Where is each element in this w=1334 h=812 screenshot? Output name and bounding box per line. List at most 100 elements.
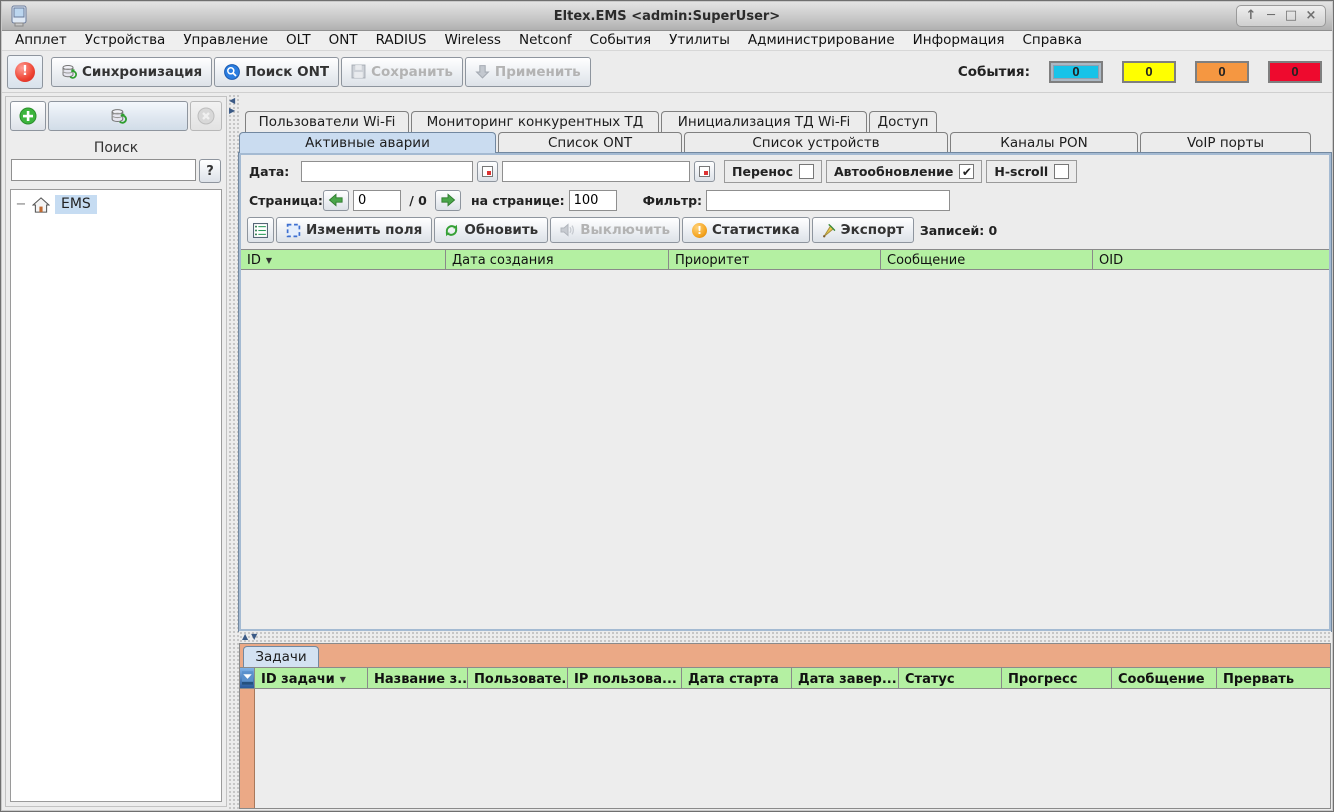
vertical-splitter[interactable]: ◀ ▶ xyxy=(228,94,239,809)
tab-tasks[interactable]: Задачи xyxy=(243,646,319,667)
task-column-user-ip[interactable]: IP пользова... xyxy=(568,668,682,688)
alarms-table-body[interactable] xyxy=(241,270,1329,629)
export-button[interactable]: Экспорт xyxy=(811,217,914,243)
splitter-collapse-left-icon[interactable]: ◀ xyxy=(229,97,235,105)
per-page-input[interactable] xyxy=(568,189,617,211)
save-button[interactable]: Сохранить xyxy=(341,56,463,87)
menu-devices[interactable]: Устройства xyxy=(76,31,175,50)
task-column-progress[interactable]: Прогресс xyxy=(1002,668,1112,688)
add-node-button[interactable] xyxy=(10,101,46,131)
column-header-id-label: ID xyxy=(247,253,261,268)
tab-active-alarms[interactable]: Активные аварии xyxy=(239,132,496,153)
autorefresh-checkbox[interactable]: ✔ xyxy=(959,163,975,179)
task-column-abort[interactable]: Прервать xyxy=(1217,668,1330,688)
search-ont-button[interactable]: Поиск ONT xyxy=(214,56,340,87)
menu-information[interactable]: Информация xyxy=(904,31,1014,50)
search-help-button[interactable]: ? xyxy=(199,159,221,183)
date-to-input[interactable] xyxy=(502,160,690,182)
apply-button[interactable]: Применить xyxy=(464,56,591,87)
menu-utilities[interactable]: Утилиты xyxy=(660,31,739,50)
column-settings-button[interactable] xyxy=(247,217,274,243)
disable-button[interactable]: Выключить xyxy=(550,217,680,243)
column-header-message[interactable]: Сообщение xyxy=(881,250,1093,269)
hscroll-checkbox[interactable] xyxy=(1054,163,1070,179)
tabrow-secondary: Пользователи Wi-Fi Мониторинг конкурентн… xyxy=(245,111,937,132)
page-number-input[interactable] xyxy=(353,189,401,211)
date-from-calendar-button[interactable] xyxy=(477,160,498,182)
menu-wireless[interactable]: Wireless xyxy=(435,31,510,50)
event-count-critical[interactable]: 0 xyxy=(1268,60,1322,83)
search-label: Поиск xyxy=(93,140,139,156)
close-icon[interactable]: × xyxy=(1301,6,1321,26)
date-to-calendar-button[interactable] xyxy=(694,160,715,182)
task-column-id[interactable]: ID задачи ▼ xyxy=(255,668,368,688)
arrow-right-icon xyxy=(441,193,456,207)
tab-competitor-ap-monitoring[interactable]: Мониторинг конкурентных ТД xyxy=(411,111,659,132)
tree-collapse-icon[interactable]: − xyxy=(15,197,27,212)
autorefresh-checkbox-group[interactable]: Автообновление ✔ xyxy=(826,159,983,183)
column-header-id[interactable]: ID ▼ xyxy=(241,250,446,269)
titlebar: Eltex.EMS <admin:SuperUser> ↑ ─ □ × xyxy=(2,2,1332,31)
tree-node-label[interactable]: EMS xyxy=(55,195,97,214)
menu-management[interactable]: Управление xyxy=(174,31,277,50)
menu-administration[interactable]: Администрирование xyxy=(739,31,904,50)
task-column-user[interactable]: Пользовате... xyxy=(468,668,568,688)
refresh-label: Обновить xyxy=(464,222,539,238)
maximize-icon[interactable]: □ xyxy=(1281,6,1301,26)
minimize-icon[interactable]: ─ xyxy=(1261,6,1281,26)
event-count-info[interactable]: 0 xyxy=(1049,60,1103,83)
menubar: Апплет Устройства Управление OLT ONT RAD… xyxy=(2,31,1332,51)
menu-ont[interactable]: ONT xyxy=(320,31,367,50)
tab-ont-list[interactable]: Список ONT xyxy=(498,132,682,153)
hscroll-checkbox-group[interactable]: H-scroll xyxy=(986,159,1078,183)
date-from-input[interactable] xyxy=(301,160,473,182)
menu-events[interactable]: События xyxy=(581,31,660,50)
menu-olt[interactable]: OLT xyxy=(277,31,320,50)
event-count-warning[interactable]: 0 xyxy=(1122,60,1176,83)
tasks-corner-cell[interactable] xyxy=(240,668,255,688)
shade-window-icon[interactable]: ↑ xyxy=(1241,6,1261,26)
menu-help[interactable]: Справка xyxy=(1013,31,1090,50)
tab-access[interactable]: Доступ xyxy=(869,111,937,132)
tasks-rows[interactable] xyxy=(255,689,1330,808)
task-column-status[interactable]: Статус xyxy=(899,668,1002,688)
horizontal-splitter[interactable]: ▲ ▼ xyxy=(239,631,1331,643)
list-icon xyxy=(253,222,268,238)
column-header-priority[interactable]: Приоритет xyxy=(669,250,881,269)
tab-voip-ports[interactable]: VoIP порты xyxy=(1140,132,1311,153)
tab-wifi-users[interactable]: Пользователи Wi-Fi xyxy=(245,111,409,132)
event-count-major[interactable]: 0 xyxy=(1195,60,1249,83)
wrap-checkbox-group[interactable]: Перенос xyxy=(724,159,822,183)
tab-pon-channels[interactable]: Каналы PON xyxy=(950,132,1138,153)
refresh-button[interactable]: Обновить xyxy=(434,217,549,243)
splitter-collapse-down-icon[interactable]: ▼ xyxy=(251,632,257,642)
task-column-name[interactable]: Название з... xyxy=(368,668,468,688)
wrap-checkbox[interactable] xyxy=(799,163,814,179)
task-column-end-date[interactable]: Дата завер... xyxy=(792,668,899,688)
next-page-button[interactable] xyxy=(435,189,461,211)
sync-button[interactable]: Синхронизация xyxy=(51,56,213,87)
tree-search-input[interactable] xyxy=(11,159,196,181)
splitter-collapse-up-icon[interactable]: ▲ xyxy=(242,632,248,642)
remove-node-button[interactable] xyxy=(190,101,222,131)
splitter-collapse-right-icon[interactable]: ▶ xyxy=(229,107,235,115)
date-label: Дата: xyxy=(249,163,290,179)
column-header-created[interactable]: Дата создания xyxy=(446,250,669,269)
statistics-button[interactable]: ! Статистика xyxy=(681,217,810,243)
menu-applet[interactable]: Апплет xyxy=(6,31,76,50)
menu-radius[interactable]: RADIUS xyxy=(367,31,436,50)
alarm-indicator-button[interactable]: ! xyxy=(7,54,43,89)
apply-label: Применить xyxy=(494,63,581,80)
filter-input[interactable] xyxy=(706,189,951,211)
tab-device-list[interactable]: Список устройств xyxy=(684,132,948,153)
menu-netconf[interactable]: Netconf xyxy=(510,31,581,50)
edit-fields-button[interactable]: Изменить поля xyxy=(276,217,433,243)
prev-page-button[interactable] xyxy=(323,189,349,211)
task-column-start-date[interactable]: Дата старта xyxy=(682,668,792,688)
speaker-icon xyxy=(560,223,575,237)
reload-tree-button[interactable] xyxy=(48,101,188,131)
column-header-oid[interactable]: OID xyxy=(1093,250,1329,269)
tree-node-ems[interactable]: − EMS xyxy=(15,195,217,214)
tab-wifi-ap-init[interactable]: Инициализация ТД Wi-Fi xyxy=(661,111,867,132)
task-column-message[interactable]: Сообщение xyxy=(1112,668,1217,688)
